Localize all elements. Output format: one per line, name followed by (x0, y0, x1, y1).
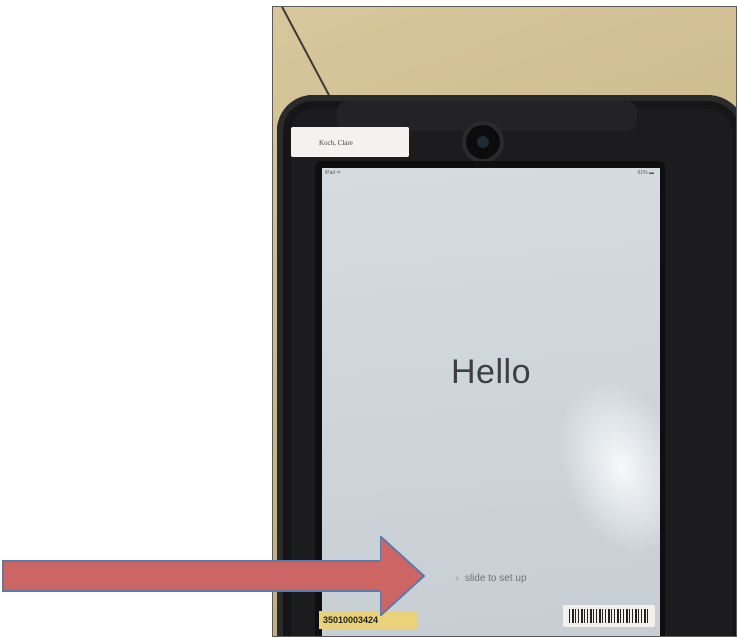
annotation-arrow-shaft (2, 560, 388, 592)
front-camera (466, 125, 500, 159)
barcode-sticker (563, 605, 655, 627)
barcode-icon (569, 609, 649, 623)
status-bar-left: iPad ᯤ (325, 170, 341, 176)
camera-lens-icon (477, 136, 489, 148)
name-sticker: Koch, Clare (291, 127, 409, 157)
arrow-right-icon (380, 536, 426, 616)
screen-glare (541, 369, 660, 567)
status-bar-battery: 61% ▬ (637, 170, 654, 176)
device-photo: Koch, Clare iPad ᯤ 61% ▬ Hello › slide to… (272, 6, 737, 637)
slide-to-set-up-label: slide to set up (464, 573, 527, 584)
chevron-right-icon: › (455, 573, 459, 584)
